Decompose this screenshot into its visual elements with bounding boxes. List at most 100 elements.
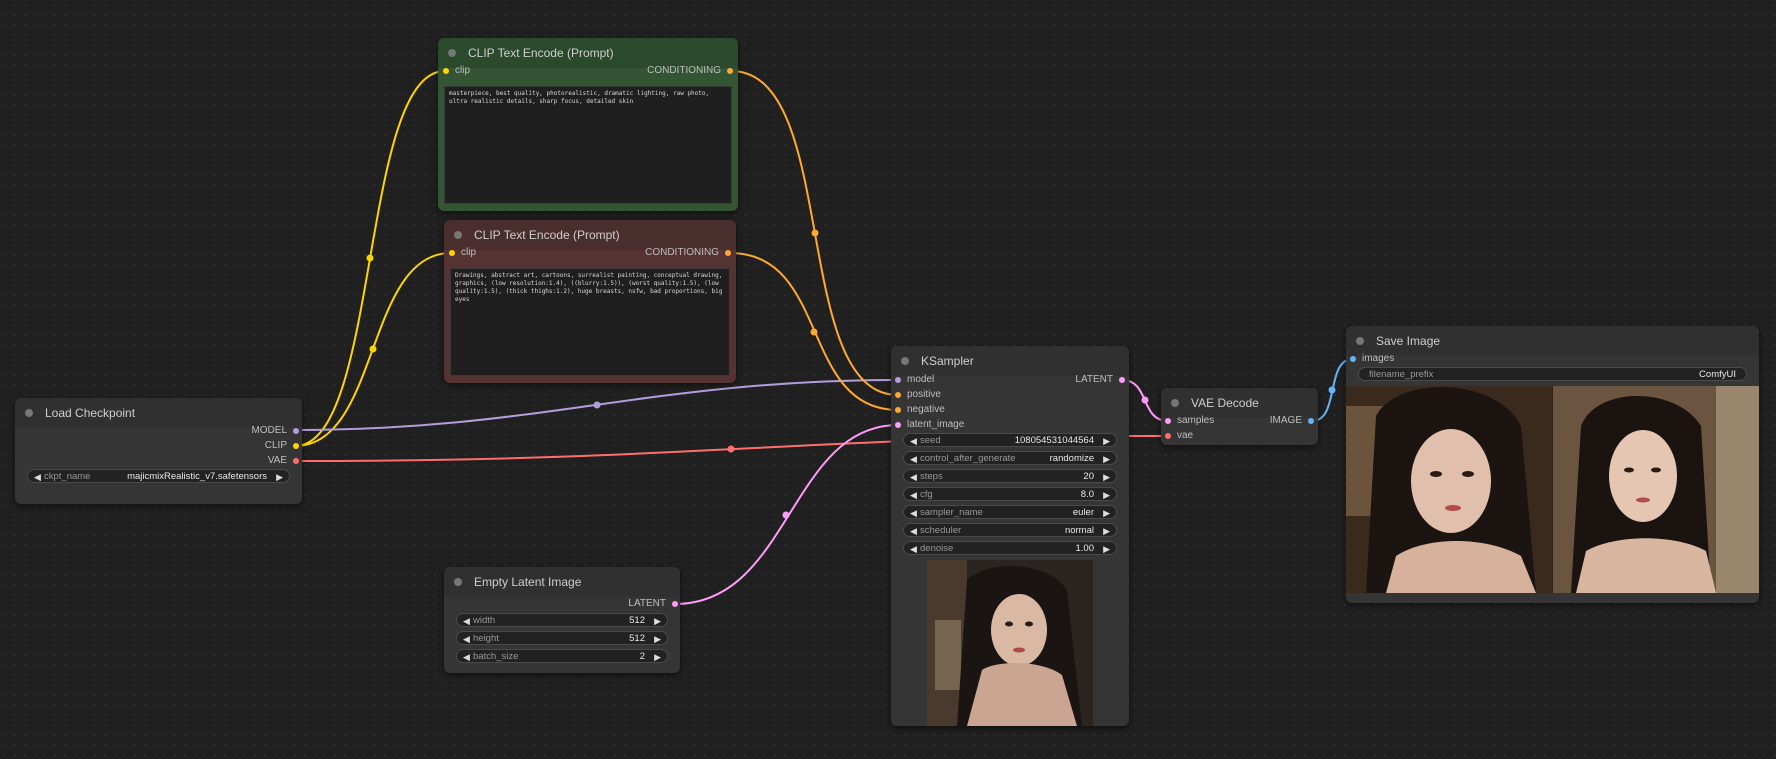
sampler-name-widget[interactable]: ◀ sampler_name euler ▶ [903,505,1117,519]
input-clip[interactable]: clip [443,64,470,78]
clip-positive-title: CLIP Text Encode (Prompt) [468,46,614,60]
batch-size-widget[interactable]: ◀ batch_size 2 ▶ [456,649,668,663]
conditioning-pin-icon[interactable] [725,250,731,256]
empty-latent-image-node[interactable]: Empty Latent Image LATENT ◀ width 512 ▶ … [444,567,680,673]
latent-pin-icon[interactable] [672,601,678,607]
widget-label: ckpt_name [44,471,91,482]
arrow-right-icon[interactable]: ▶ [1103,488,1110,502]
node-title[interactable]: KSampler [891,346,1129,376]
arrow-left-icon[interactable]: ◀ [463,650,470,664]
load-checkpoint-node[interactable]: Load Checkpoint MODEL CLIP VAE ◀ ckpt_na… [15,398,302,504]
arrow-left-icon[interactable]: ◀ [910,488,917,502]
width-widget[interactable]: ◀ width 512 ▶ [456,613,668,627]
vae-decode-title: VAE Decode [1191,396,1259,410]
output-conditioning[interactable]: CONDITIONING [645,246,731,260]
load-checkpoint-title: Load Checkpoint [45,406,136,420]
arrow-left-icon[interactable]: ◀ [910,524,917,538]
ckpt-name-widget[interactable]: ◀ ckpt_name majicmixRealistic_v7.safeten… [27,469,290,483]
clip-negative-title: CLIP Text Encode (Prompt) [474,228,620,242]
empty-latent-title: Empty Latent Image [474,575,582,589]
prompt-textarea[interactable]: Drawings, abstract art, cartoons, surrea… [450,268,730,376]
seed-widget[interactable]: ◀ seed 1080545310445​64 ▶ [903,433,1117,447]
input-images[interactable]: images [1350,352,1394,366]
arrow-right-icon[interactable]: ▶ [1103,452,1110,466]
clip-pin-icon[interactable] [293,443,299,449]
collapse-dot-icon[interactable] [1171,399,1179,407]
conditioning-pin-icon[interactable] [727,68,733,74]
arrow-right-icon[interactable]: ▶ [1103,542,1110,556]
arrow-right-icon[interactable]: ▶ [654,650,661,664]
vae-pin-icon[interactable] [1165,433,1171,439]
ksampler-title: KSampler [921,354,974,368]
node-title[interactable]: Save Image [1346,326,1759,356]
vae-decode-node[interactable]: VAE Decode samples vae IMAGE [1161,388,1318,445]
denoise-widget[interactable]: ◀ denoise 1.00 ▶ [903,541,1117,555]
model-pin-icon[interactable] [895,377,901,383]
arrow-left-icon[interactable]: ◀ [463,632,470,646]
height-widget[interactable]: ◀ height 512 ▶ [456,631,668,645]
clip-text-encode-positive-node[interactable]: CLIP Text Encode (Prompt) clip CONDITION… [438,38,738,211]
latent-pin-icon[interactable] [1165,418,1171,424]
wire-negative [729,252,899,411]
wire-positive [730,70,899,396]
arrow-left-icon[interactable]: ◀ [910,506,917,520]
steps-widget[interactable]: ◀ steps 20 ▶ [903,469,1117,483]
input-positive[interactable]: positive [895,388,941,402]
arrow-left-icon[interactable]: ◀ [910,542,917,556]
wire-clip-negative [294,252,452,447]
image-pin-icon[interactable] [1350,356,1356,362]
collapse-dot-icon[interactable] [25,409,33,417]
output-model[interactable]: MODEL [251,424,299,438]
collapse-dot-icon[interactable] [1356,337,1364,345]
clip-pin-icon[interactable] [443,68,449,74]
ksampler-node[interactable]: KSampler model positive negative latent_… [891,346,1129,726]
latent-pin-icon[interactable] [1119,377,1125,383]
input-model[interactable]: model [895,373,934,387]
collapse-dot-icon[interactable] [448,49,456,57]
image-pin-icon[interactable] [1308,418,1314,424]
conditioning-pin-icon[interactable] [895,407,901,413]
prompt-textarea[interactable]: masterpiece, best quality, photorealisti… [444,86,732,204]
collapse-dot-icon[interactable] [901,357,909,365]
scheduler-widget[interactable]: ◀ scheduler normal ▶ [903,523,1117,537]
model-pin-icon[interactable] [293,428,299,434]
arrow-right-icon[interactable]: ▶ [654,632,661,646]
wire-latent-image [674,424,899,605]
output-latent[interactable]: LATENT [1075,373,1125,387]
filename-prefix-field[interactable]: filename_prefix ComfyUI [1358,367,1747,381]
cfg-widget[interactable]: ◀ cfg 8.0 ▶ [903,487,1117,501]
output-latent[interactable]: LATENT [628,597,678,611]
input-latent-image[interactable]: latent_image [895,418,964,432]
save-image-node[interactable]: Save Image images filename_prefix ComfyU… [1346,326,1759,603]
input-samples[interactable]: samples [1165,414,1214,428]
input-clip[interactable]: clip [449,246,476,260]
arrow-right-icon[interactable]: ▶ [1103,506,1110,520]
output-vae[interactable]: VAE [268,454,299,468]
arrow-right-icon[interactable]: ▶ [1103,524,1110,538]
node-title[interactable]: Empty Latent Image [444,567,680,597]
control-after-generate-widget[interactable]: ◀ control_after_generate randomize ▶ [903,451,1117,465]
output-image[interactable]: IMAGE [1270,414,1314,428]
arrow-right-icon[interactable]: ▶ [276,470,283,484]
arrow-left-icon[interactable]: ◀ [910,470,917,484]
conditioning-pin-icon[interactable] [895,392,901,398]
latent-pin-icon[interactable] [895,422,901,428]
arrow-right-icon[interactable]: ▶ [654,614,661,628]
clip-text-encode-negative-node[interactable]: CLIP Text Encode (Prompt) clip CONDITION… [444,220,736,383]
arrow-left-icon[interactable]: ◀ [34,470,41,484]
clip-pin-icon[interactable] [449,250,455,256]
arrow-left-icon[interactable]: ◀ [910,434,917,448]
output-clip[interactable]: CLIP [265,439,299,453]
input-negative[interactable]: negative [895,403,945,417]
collapse-dot-icon[interactable] [454,578,462,586]
input-vae[interactable]: vae [1165,429,1193,443]
wire-model [294,379,899,431]
output-conditioning[interactable]: CONDITIONING [647,64,733,78]
arrow-right-icon[interactable]: ▶ [1103,470,1110,484]
vae-pin-icon[interactable] [293,458,299,464]
arrow-left-icon[interactable]: ◀ [463,614,470,628]
save-image-title: Save Image [1376,334,1441,348]
collapse-dot-icon[interactable] [454,231,462,239]
arrow-right-icon[interactable]: ▶ [1103,434,1110,448]
arrow-left-icon[interactable]: ◀ [910,452,917,466]
